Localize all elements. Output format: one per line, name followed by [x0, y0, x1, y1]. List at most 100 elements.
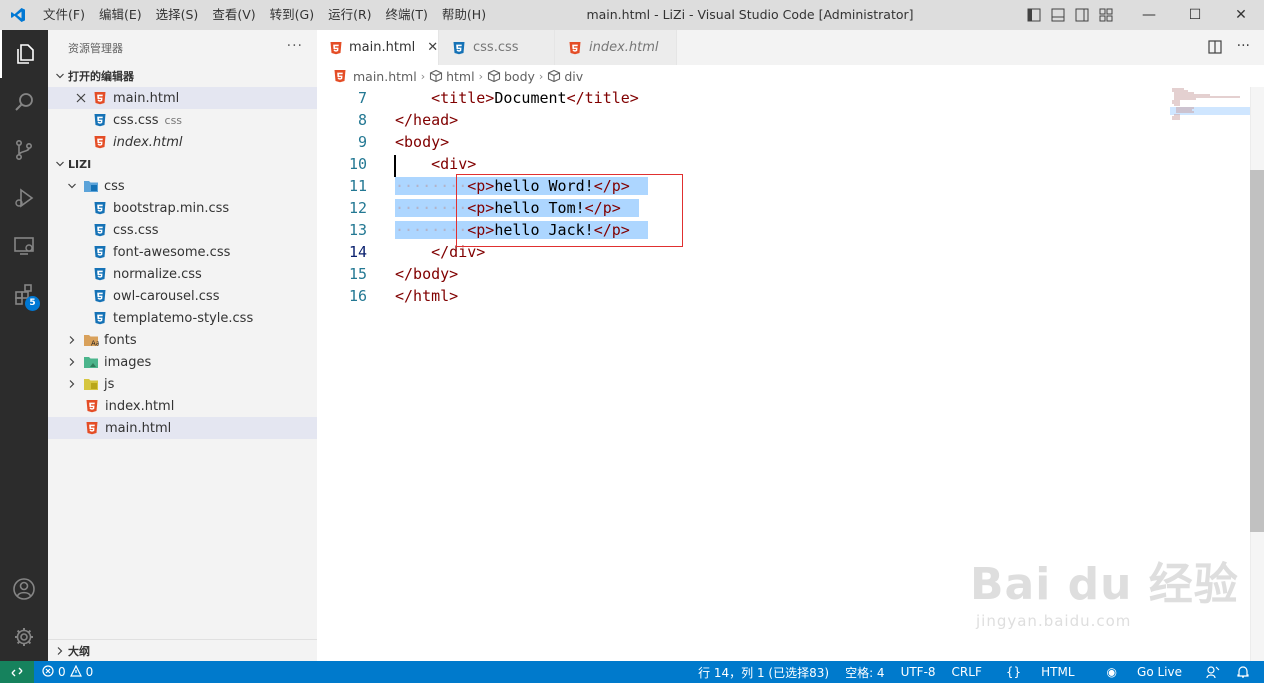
menu-selection[interactable]: 选择(S): [149, 0, 206, 30]
tab-css-css[interactable]: css.css: [439, 30, 555, 65]
explorer-title: 资源管理器: [68, 41, 123, 55]
text-cursor: [394, 155, 396, 177]
window-title: main.html - LiZi - Visual Studio Code [A…: [586, 7, 914, 22]
menu-edit[interactable]: 编辑(E): [92, 0, 149, 30]
close-window-icon[interactable]: ✕: [1218, 0, 1264, 30]
tab-main-html[interactable]: main.html ✕: [317, 30, 439, 65]
explorer-header: 资源管理器 ···: [48, 30, 317, 65]
menu-run[interactable]: 运行(R): [321, 0, 378, 30]
css-file-icon: [92, 112, 108, 128]
search-icon[interactable]: [0, 78, 48, 126]
encoding[interactable]: UTF-8: [893, 665, 944, 679]
language-mode[interactable]: {} HTML: [990, 665, 1091, 679]
language-label: HTML: [1041, 665, 1075, 679]
css-folder-icon: [83, 178, 99, 194]
file-row[interactable]: css.css: [48, 219, 317, 241]
folder-css[interactable]: css: [48, 175, 317, 197]
element-cube-icon: [487, 69, 501, 83]
line-number: 8: [357, 111, 367, 129]
menu-terminal[interactable]: 终端(T): [379, 0, 435, 30]
project-section[interactable]: LIZI: [48, 153, 317, 175]
indentation[interactable]: 空格: 4: [837, 664, 893, 681]
menu-go[interactable]: 转到(G): [263, 0, 321, 30]
minimize-icon[interactable]: —: [1126, 0, 1172, 30]
breadcrumb-item-html[interactable]: html: [429, 69, 475, 84]
activity-bar: 5: [0, 30, 48, 661]
css-file-icon: [92, 244, 108, 260]
feedback-icon[interactable]: [1198, 665, 1228, 679]
line-number: 15: [348, 265, 367, 283]
error-icon: [42, 664, 54, 680]
code-line: </head>: [395, 109, 648, 131]
explorer-icon[interactable]: [0, 30, 48, 78]
run-debug-icon[interactable]: [0, 174, 48, 222]
scrollbar-thumb[interactable]: [1250, 170, 1264, 532]
outline-title: 大纲: [68, 644, 90, 658]
open-editor-desc: css: [164, 113, 183, 127]
remote-indicator-icon[interactable]: [0, 661, 34, 683]
maximize-icon[interactable]: ☐: [1172, 0, 1218, 30]
end-of-line[interactable]: CRLF: [944, 665, 990, 679]
open-editors-section[interactable]: 打开的编辑器: [48, 65, 317, 87]
line-number: 11: [348, 177, 367, 195]
breadcrumb-item-body[interactable]: body: [487, 69, 535, 84]
chevron-down-icon: [52, 68, 68, 84]
project-title: LIZI: [68, 157, 92, 171]
file-label: css.css: [113, 222, 159, 238]
chevron-right-icon: ›: [478, 69, 483, 83]
folder-js[interactable]: js: [48, 373, 317, 395]
toggle-primary-sidebar-icon[interactable]: [1026, 7, 1042, 23]
open-editor-index-html[interactable]: index.html: [48, 131, 317, 153]
toggle-secondary-sidebar-icon[interactable]: [1074, 7, 1090, 23]
more-actions-icon[interactable]: ···: [287, 38, 303, 54]
folder-label: js: [104, 376, 115, 392]
menu-view[interactable]: 查看(V): [205, 0, 262, 30]
close-icon[interactable]: ✕: [427, 40, 438, 55]
source-control-icon[interactable]: [0, 126, 48, 174]
warning-icon: [69, 664, 82, 680]
tab-index-html[interactable]: index.html: [555, 30, 677, 65]
file-row[interactable]: font-awesome.css: [48, 241, 317, 263]
breadcrumb-label: body: [503, 68, 535, 84]
file-row[interactable]: normalize.css: [48, 263, 317, 285]
open-editor-main-html[interactable]: main.html: [48, 87, 317, 109]
manage-gear-icon[interactable]: [0, 613, 48, 661]
line-number-current: 14: [348, 243, 367, 261]
accounts-icon[interactable]: [0, 565, 48, 613]
css-file-icon: [92, 288, 108, 304]
file-label: index.html: [105, 398, 175, 414]
breadcrumb-item-div[interactable]: div: [547, 69, 583, 84]
tab-label: main.html: [349, 40, 416, 55]
extensions-badge: 5: [25, 296, 40, 311]
minimap[interactable]: [1170, 87, 1250, 127]
cursor-position[interactable]: 行 14，列 1 (已选择83): [690, 664, 837, 681]
file-index-html[interactable]: index.html: [48, 395, 317, 417]
file-main-html[interactable]: main.html: [48, 417, 317, 439]
chevron-right-icon: [64, 354, 80, 370]
file-row[interactable]: templatemo-style.css: [48, 307, 317, 329]
file-row[interactable]: bootstrap.min.css: [48, 197, 317, 219]
folder-fonts[interactable]: Aa fonts: [48, 329, 317, 351]
code-line: <title>Document</title>: [395, 87, 648, 109]
line-number: 9: [357, 133, 367, 151]
outline-section[interactable]: 大纲: [48, 639, 317, 661]
open-editor-css-css[interactable]: css.css css: [48, 109, 317, 131]
toggle-panel-icon[interactable]: [1050, 7, 1066, 23]
go-live-button[interactable]: ◉ Go Live: [1091, 665, 1198, 679]
chevron-right-icon: ›: [538, 69, 544, 83]
braces-icon: {}: [1005, 665, 1022, 679]
menu-file[interactable]: 文件(F): [36, 0, 92, 30]
breadcrumb-item-file[interactable]: main.html: [333, 69, 417, 84]
css-file-icon: [92, 200, 108, 216]
remote-explorer-icon[interactable]: [0, 222, 48, 270]
extensions-icon[interactable]: 5: [0, 270, 48, 318]
html-file-icon: [329, 40, 343, 56]
close-icon[interactable]: [74, 90, 88, 106]
more-actions-icon[interactable]: ···: [1237, 39, 1250, 59]
split-editor-icon[interactable]: [1207, 39, 1223, 59]
notifications-bell-icon[interactable]: [1228, 665, 1258, 679]
customize-layout-icon[interactable]: [1098, 7, 1114, 23]
folder-images[interactable]: images: [48, 351, 317, 373]
file-row[interactable]: owl-carousel.css: [48, 285, 317, 307]
problems-indicator[interactable]: 0 0: [34, 664, 93, 680]
